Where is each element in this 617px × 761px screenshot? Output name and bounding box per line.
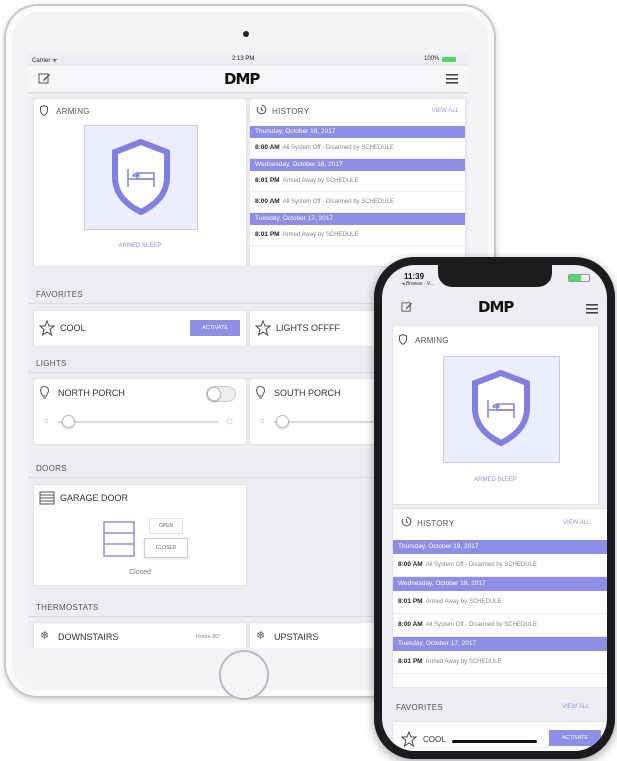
arming-state: ARMED SLEEP bbox=[118, 243, 162, 249]
dmp-logo: DMP bbox=[478, 298, 514, 316]
thermostat-label: DOWNSTAIRS bbox=[58, 632, 119, 642]
hamburger-menu-icon[interactable] bbox=[446, 74, 458, 84]
lights-section-title: LIGHTS bbox=[36, 359, 67, 368]
garage-door-label: GARAGE DOOR bbox=[60, 493, 129, 503]
arming-title: ARMING bbox=[56, 107, 90, 116]
hamburger-menu-icon[interactable] bbox=[586, 304, 598, 314]
favorites-section-title: FAVORITES bbox=[36, 290, 84, 299]
history-title: HISTORY bbox=[417, 519, 455, 528]
history-view-all-link[interactable]: VIEW ALL bbox=[432, 108, 459, 114]
battery-icon bbox=[568, 274, 590, 282]
light-north-porch-card[interactable]: NORTH PORCH ☼ ☼ bbox=[33, 378, 247, 445]
favorite-cool-card[interactable]: COOL ACTIVATE bbox=[392, 721, 607, 751]
favorite-cool-card[interactable]: COOL ACTIVATE bbox=[33, 310, 247, 347]
room-temp: Room 80° bbox=[196, 634, 221, 640]
arming-card[interactable]: ARMING ARMED SLEEP bbox=[392, 325, 599, 505]
bright-sun-icon: ☼ bbox=[224, 413, 235, 427]
thermostats-section-title: THERMOSTATS bbox=[36, 603, 99, 612]
iphone-notch bbox=[438, 265, 552, 287]
arming-state: ARMED SLEEP bbox=[474, 477, 517, 483]
history-clock-icon bbox=[256, 104, 267, 115]
lightbulb-icon bbox=[40, 386, 49, 399]
history-list: Thursday, October 19, 2017 8:00 AM All Sy… bbox=[250, 126, 465, 246]
open-button[interactable]: OPEN bbox=[149, 518, 183, 534]
light-label: SOUTH PORCH bbox=[274, 388, 341, 398]
iphone-screen: 11:39 ◂ Browse · V... DMP ARMING ARMED S… bbox=[382, 265, 607, 751]
star-icon bbox=[39, 320, 55, 336]
garage-state: Closed bbox=[129, 569, 151, 576]
thermostat-fan-icon: ❄ bbox=[40, 630, 50, 642]
history-row[interactable]: 8:00 AM All System Off - Disarmed by SCHE… bbox=[393, 614, 607, 637]
closed-button[interactable]: CLOSED bbox=[144, 538, 188, 558]
history-row[interactable]: 8:01 PM Armed Away by SCHEDULE bbox=[250, 171, 465, 192]
dim-sun-icon: ☼ bbox=[258, 415, 267, 425]
back-link[interactable]: ◂ Browse · V... bbox=[402, 281, 434, 287]
garage-icon bbox=[39, 491, 55, 505]
status-time: 2:13 PM bbox=[232, 56, 255, 62]
star-icon bbox=[401, 731, 417, 747]
doors-section-title: DOORS bbox=[36, 464, 67, 473]
light-toggle[interactable] bbox=[206, 386, 236, 402]
history-date-header: Tuesday, October 17, 2017 bbox=[250, 213, 465, 225]
history-row[interactable]: 8:00 AM All System Off - Disarmed by SCHE… bbox=[393, 554, 607, 577]
lightbulb-icon bbox=[256, 386, 265, 399]
thermostat-downstairs-card[interactable]: ❄ DOWNSTAIRS Room 80° bbox=[33, 622, 247, 648]
history-row[interactable]: 8:01 PM Armed Away by SCHEDULE bbox=[393, 651, 607, 674]
history-card: HISTORY VIEW ALL Thursday, October 19, 2… bbox=[392, 508, 607, 688]
ipad-camera bbox=[243, 31, 249, 37]
garage-door-graphic-icon bbox=[103, 521, 135, 557]
thermostat-fan-icon: ❄ bbox=[256, 630, 266, 642]
favorite-label: LIGHTS OFFFF bbox=[276, 323, 340, 333]
shield-outline-icon bbox=[399, 334, 407, 345]
activate-button[interactable]: ACTIVATE bbox=[549, 730, 601, 746]
arming-title: ARMING bbox=[415, 336, 449, 345]
edit-icon[interactable] bbox=[401, 301, 413, 313]
arming-shield-button[interactable] bbox=[84, 125, 198, 230]
dmp-logo: DMP bbox=[224, 70, 260, 88]
favorite-label: COOL bbox=[423, 735, 446, 744]
favorites-section-title: FAVORITES bbox=[396, 703, 444, 712]
armed-sleep-shield-icon bbox=[112, 139, 170, 215]
thermostat-label: UPSTAIRS bbox=[274, 632, 319, 642]
ipad-top-bar: DMP bbox=[28, 66, 468, 93]
carrier-label: Carrier ᯤ bbox=[32, 58, 58, 64]
history-clock-icon bbox=[401, 516, 412, 527]
history-row[interactable]: 8:01 PM Armed Away by SCHEDULE bbox=[250, 225, 465, 246]
dim-sun-icon: ☼ bbox=[42, 415, 51, 425]
garage-door-card[interactable]: GARAGE DOOR OPEN CLOSED Closed bbox=[33, 484, 247, 586]
slider-knob[interactable] bbox=[276, 415, 289, 428]
arming-shield-button[interactable] bbox=[443, 356, 560, 463]
history-card: HISTORY VIEW ALL Thursday, October 19, 2… bbox=[249, 98, 466, 267]
history-view-all-link[interactable]: VIEW ALL bbox=[563, 520, 590, 526]
history-date-header: Thursday, October 19, 2017 bbox=[393, 540, 607, 554]
battery-icon bbox=[442, 57, 456, 62]
ipad-status-bar: Carrier ᯤ 2:13 PM 100% bbox=[28, 54, 468, 66]
home-indicator[interactable] bbox=[452, 740, 537, 743]
toggle-knob bbox=[207, 387, 221, 401]
history-row[interactable]: 8:01 PM Armed Away by SCHEDULE bbox=[393, 591, 607, 614]
favorites-view-all-link[interactable]: VIEW ALL bbox=[562, 704, 589, 710]
history-date-header: Wednesday, October 18, 2017 bbox=[393, 577, 607, 591]
light-label: NORTH PORCH bbox=[58, 388, 125, 398]
iphone-status-time: 11:39 bbox=[404, 272, 425, 281]
brightness-slider[interactable] bbox=[58, 421, 218, 423]
history-date-header: Thursday, October 19, 2017 bbox=[250, 126, 465, 138]
slider-knob[interactable] bbox=[62, 415, 75, 428]
shield-outline-icon bbox=[40, 105, 48, 116]
history-row[interactable]: 8:00 AM All System Off - Disarmed by SCHE… bbox=[250, 192, 465, 213]
favorite-label: COOL bbox=[60, 323, 86, 333]
battery-label: 100% bbox=[424, 56, 440, 62]
history-date-header: Tuesday, October 17, 2017 bbox=[393, 637, 607, 651]
history-list: Thursday, October 19, 2017 8:00 AM All Sy… bbox=[393, 540, 607, 674]
ipad-home-button[interactable] bbox=[219, 650, 269, 700]
activate-button[interactable]: ACTIVATE bbox=[190, 320, 240, 336]
edit-icon[interactable] bbox=[38, 72, 51, 85]
history-date-header: Wednesday, October 18, 2017 bbox=[250, 159, 465, 171]
star-icon bbox=[255, 320, 271, 336]
arming-card[interactable]: ARMING ARMED SLEEP bbox=[33, 98, 247, 267]
armed-sleep-shield-icon bbox=[472, 370, 530, 446]
history-row[interactable]: 8:00 AM All System Off - Disarmed by SCHE… bbox=[250, 138, 465, 159]
history-title: HISTORY bbox=[272, 107, 310, 116]
